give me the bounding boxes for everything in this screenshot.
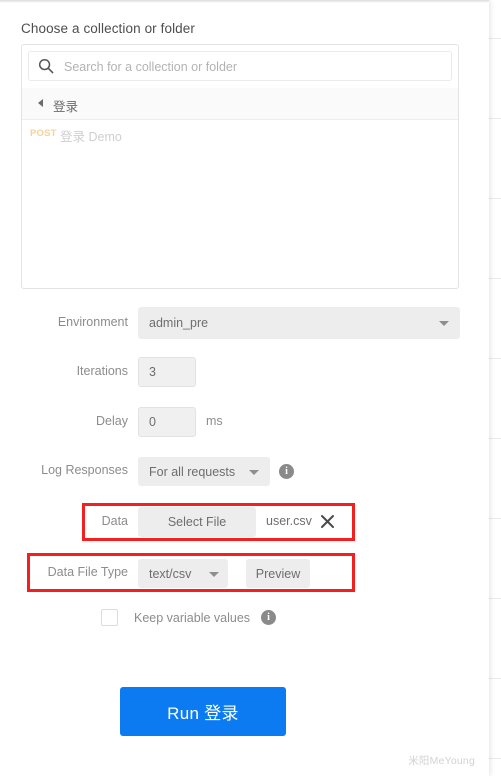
request-name: 登录 Demo [60, 130, 122, 144]
keep-variable-values-label: Keep variable values [134, 611, 251, 625]
page-title: Choose a collection or folder [21, 21, 195, 36]
environment-select[interactable]: admin_pre [138, 307, 460, 339]
delay-unit-label: ms [206, 414, 223, 428]
data-file-type-row: Data File Type text/csv Preview [0, 559, 489, 588]
keep-variable-values-row: Keep variable values i [0, 608, 489, 628]
environment-value: admin_pre [149, 316, 209, 330]
data-file-name: user.csv [266, 514, 312, 528]
log-responses-value: For all requests [149, 464, 236, 479]
iterations-label: Iterations [76, 364, 128, 378]
data-file-type-label: Data File Type [47, 565, 128, 579]
data-file-type-value: text/csv [149, 566, 192, 581]
log-responses-label: Log Responses [41, 463, 128, 477]
iterations-input[interactable] [138, 357, 196, 387]
collection-runner-dialog: Choose a collection or folder 登录 POST 登录… [0, 0, 489, 776]
environment-row: Environment admin_pre [0, 307, 489, 339]
data-file-type-select[interactable]: text/csv [138, 559, 228, 588]
run-button[interactable]: Run 登录 [120, 687, 286, 736]
log-responses-row: Log Responses For all requests i [0, 457, 489, 486]
chevron-down-icon[interactable] [439, 321, 449, 326]
delay-input[interactable] [138, 407, 196, 437]
iterations-row: Iterations [0, 357, 489, 387]
delay-row: Delay ms [0, 407, 489, 437]
search-field-wrapper[interactable] [28, 51, 452, 82]
log-responses-select[interactable]: For all requests [138, 457, 270, 486]
select-file-button[interactable]: Select File [138, 507, 256, 537]
request-method-badge: POST [30, 128, 57, 139]
chevron-down-icon[interactable] [209, 571, 219, 577]
info-icon[interactable]: i [279, 464, 294, 479]
environment-label: Environment [57, 315, 128, 329]
preview-button[interactable]: Preview [246, 559, 310, 588]
delay-label: Delay [96, 414, 128, 428]
chevron-down-icon[interactable] [249, 469, 259, 475]
watermark: 米阳MeYoung [408, 755, 475, 767]
keep-variable-values-checkbox[interactable] [101, 609, 118, 626]
collection-folder-header[interactable]: 登录 [22, 88, 458, 120]
collection-chooser: 登录 POST 登录 Demo [21, 44, 459, 289]
search-icon [38, 58, 54, 74]
data-row: Data Select File user.csv [0, 507, 489, 537]
info-icon[interactable]: i [261, 610, 276, 625]
list-item[interactable]: POST 登录 Demo [22, 121, 458, 149]
caret-left-icon[interactable] [38, 99, 43, 107]
data-label: Data [101, 514, 128, 528]
collection-folder-name: 登录 [53, 100, 79, 114]
search-input[interactable] [62, 52, 446, 82]
close-icon[interactable] [320, 514, 335, 529]
